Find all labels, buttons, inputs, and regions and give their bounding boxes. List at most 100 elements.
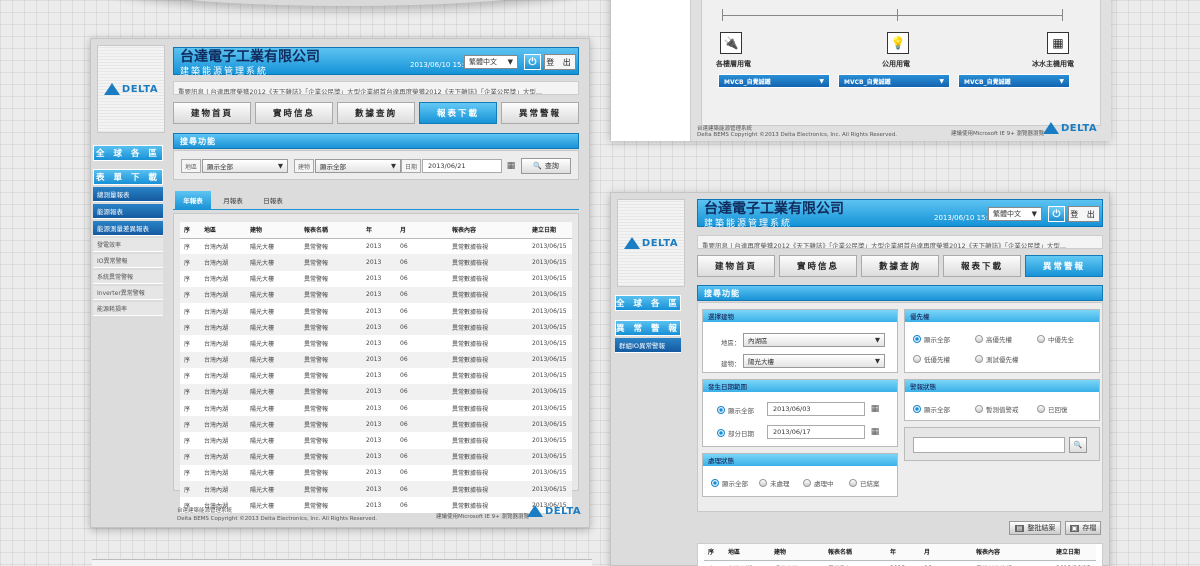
tab-realtime[interactable]: 實時信息 (255, 102, 333, 124)
table-row[interactable]: 序台灣內湖陽光大樓異常警報201306異常數據檢視2013/06/15 (180, 448, 572, 465)
radio-alarm-all[interactable]: 顯示全部 (913, 404, 950, 414)
logout-button[interactable]: 登 出 (1068, 206, 1100, 222)
tab-data-query[interactable]: 數據查詢 (861, 255, 939, 277)
label-floor-power: 各樓層用電 (716, 60, 751, 68)
tab-building-home[interactable]: 建物首頁 (697, 255, 775, 277)
subtab-daily[interactable]: 日報表 (255, 191, 291, 209)
radio-alarm-recovered[interactable]: 已回復 (1037, 404, 1068, 414)
table-row[interactable]: 序台灣內湖陽光大樓異常警報201306異常數據檢視2013/06/15 (180, 270, 572, 287)
sidebar-all-regions[interactable]: 全 球 各 區 (93, 145, 163, 161)
mvcb-select-1[interactable]: MVCB_自覺誠鐵 ▼ (718, 74, 830, 88)
keyword-input[interactable] (913, 437, 1065, 453)
table-row[interactable]: 序台灣內湖陽光大樓異常警報201306異常數據檢視2013/06/15 (180, 400, 572, 417)
save-button[interactable]: ▣ 存檔 (1065, 521, 1101, 535)
sidebar-item-energy-report[interactable]: 能源報表 (93, 204, 163, 219)
sidebar-item-group-io-alarm[interactable]: 群組IO異常警報 (615, 338, 681, 353)
date-to-input[interactable]: 2013/06/17 (767, 425, 865, 439)
logout-button[interactable]: 登 出 (544, 54, 576, 70)
table-row[interactable]: 序台灣內湖陽光大樓異常警報201306異常數據檢視2013/06/15 (180, 416, 572, 433)
table-row[interactable]: 序台灣內湖陽光大樓異常警報201306異常數據檢視2013/06/15 (180, 335, 572, 352)
region-select[interactable]: 內湖區 ▼ (743, 333, 885, 347)
chevron-down-icon: ▼ (1059, 77, 1064, 85)
table-row[interactable]: 序台灣內湖陽光大樓異常警報201306異常數據檢視2013/06/15 (180, 481, 572, 498)
sidebar-item-energy-diff-report[interactable]: 能源測量差異報表 (93, 221, 163, 236)
sidebar-item-total-report[interactable]: 總測量報表 (93, 187, 163, 202)
table-row[interactable]: 序台灣內湖陽光大樓異常警報201306異常數據檢視2013/06/15 (180, 286, 572, 303)
table-row[interactable]: 序台灣內湖陽光大樓異常警報201306異常數據檢視2013/06/15 (180, 302, 572, 320)
table-row[interactable]: 序台灣內湖陽光大樓異常警報201306異常數據檢視2013/06/15 (180, 238, 572, 255)
sidebar-item-efficiency[interactable]: 發電效率 (93, 238, 163, 252)
subtab-yearly[interactable]: 年報表 (175, 191, 211, 209)
radio-alarm-warning[interactable]: 暫測值警戒 (975, 404, 1019, 414)
table-row[interactable]: 序台灣內湖陽光大樓異常警報201306異常數據檢視2013/06/15 (180, 351, 572, 368)
tab-realtime[interactable]: 實時信息 (779, 255, 857, 277)
tab-alarm[interactable]: 異常警報 (501, 102, 579, 124)
calendar-icon[interactable]: ▦ (869, 425, 881, 439)
table-row[interactable]: 序台灣內湖陽光大樓異常警報201306異常數據檢視2013/06/15 (704, 560, 1096, 566)
sidebar-alarm[interactable]: 異 常 警 報 (615, 320, 681, 336)
calendar-icon[interactable]: ▦ (869, 402, 881, 416)
footer-copyright: Delta BEMS Copyright ©2013 Delta Electro… (177, 516, 378, 522)
table-row[interactable]: 序台灣內湖陽光大樓異常警報201306異常數據檢視2013/06/15 (180, 497, 572, 514)
table-cell: 序 (180, 238, 200, 255)
table-cell: 2013/06/15 (528, 254, 572, 271)
calendar-icon[interactable]: ▦ (505, 159, 517, 173)
region-select[interactable]: 顯示全部 ▼ (202, 159, 288, 173)
table-cell: 序 (180, 270, 200, 287)
power-icon[interactable]: ⏻ (524, 54, 541, 70)
subtab-underline (173, 209, 579, 210)
delta-logo-icon (1043, 122, 1059, 134)
table-row[interactable]: 序台灣內湖陽光大樓異常警報201306異常數據檢視2013/06/15 (180, 383, 572, 401)
radio-priority-test[interactable]: 測試優先權 (975, 354, 1019, 364)
sidebar-item-io-alarm[interactable]: IO異常警報 (93, 254, 163, 268)
date-input[interactable]: 2013/06/21 (422, 159, 502, 173)
radio-process-unhandled[interactable]: 未處理 (759, 478, 790, 488)
sidebar-item-inverter-alarm[interactable]: Inverter異常警報 (93, 286, 163, 300)
tab-report-download[interactable]: 報表下載 (419, 102, 497, 124)
table-cell: 序 (704, 560, 724, 566)
power-icon[interactable]: ⏻ (1048, 206, 1065, 222)
sidebar-all-regions[interactable]: 全 球 各 區 (615, 295, 681, 311)
sidebar-item-system-alarm[interactable]: 系統異常警報 (93, 270, 163, 284)
tab-report-download[interactable]: 報表下載 (943, 255, 1021, 277)
language-select[interactable]: 繁體中文 ▼ (464, 55, 518, 69)
table-row[interactable]: 序台灣內湖陽光大樓異常警報201306異常數據檢視2013/06/15 (180, 319, 572, 336)
subtab-monthly[interactable]: 月報表 (215, 191, 251, 209)
date-from-input[interactable]: 2013/06/03 (767, 402, 865, 416)
radio-process-all[interactable]: 顯示全部 (711, 478, 748, 488)
radio-priority-low[interactable]: 低優先權 (913, 354, 950, 364)
table-cell: 台灣內湖 (200, 238, 246, 255)
mvcb-select-3[interactable]: MVCB_自覺誠鐵 ▼ (958, 74, 1070, 88)
table-row[interactable]: 序台灣內湖陽光大樓異常警報201306異常數據檢視2013/06/15 (180, 464, 572, 481)
sidebar-item-energy-loss[interactable]: 能源耗損率 (93, 302, 163, 316)
tab-building-home[interactable]: 建物首頁 (173, 102, 251, 124)
radio-priority-all[interactable]: 顯示全部 (913, 334, 950, 344)
table-cell: 06 (396, 432, 448, 449)
radio-process-closed[interactable]: 已結案 (849, 478, 880, 488)
mvcb-select-2[interactable]: MVCB_自覺誠鐵 ▼ (838, 74, 950, 88)
building-select[interactable]: 陽光大樓 ▼ (743, 354, 885, 368)
tab-data-query[interactable]: 數據查詢 (337, 102, 415, 124)
radio-date-all[interactable]: 顯示全部 (717, 405, 754, 415)
search-icon[interactable]: 🔍 (1069, 437, 1087, 453)
radio-priority-high[interactable]: 高優先權 (975, 334, 1012, 344)
table-cell: 異常警報 (300, 448, 362, 465)
table-cell: 台灣內湖 (200, 351, 246, 368)
news-ticker[interactable]: 重要訊息 | 台達再度榮獲2012《天下雜誌》「企業公民獎」大型企業組首台達再度… (697, 235, 1103, 249)
language-select[interactable]: 繁體中文 ▼ (988, 207, 1042, 221)
batch-close-button[interactable]: ▤ 整批結案 (1009, 521, 1061, 535)
tab-alarm[interactable]: 異常警報 (1025, 255, 1103, 277)
search-button[interactable]: 🔍 查詢 (521, 158, 571, 174)
diagram-card: 🔌 💡 ▦ 各樓層用電 公用用電 冰水主機用電 MVCB_自覺誠鐵 ▼ MVCB_… (701, 0, 1101, 126)
table-cell: 異常警報 (824, 560, 886, 566)
table-row[interactable]: 序台灣內湖陽光大樓異常警報201306異常數據檢視2013/06/15 (180, 432, 572, 449)
table-row[interactable]: 序台灣內湖陽光大樓異常警報201306異常數據檢視2013/06/15 (180, 254, 572, 271)
radio-process-handling[interactable]: 處理中 (803, 478, 834, 488)
building-select[interactable]: 顯示全部 ▼ (315, 159, 401, 173)
radio-priority-mid[interactable]: 中優先全 (1037, 334, 1074, 344)
news-ticker[interactable]: 重要訊息 | 台達再度榮獲2012《天下雜誌》「企業公民獎」大型企業組首台達再度… (173, 81, 579, 95)
sidebar-form-download[interactable]: 表 單 下 載 (93, 169, 163, 185)
radio-date-partial[interactable]: 部分日期 (717, 428, 754, 438)
table-cell: 異常數據檢視 (448, 497, 528, 514)
table-row[interactable]: 序台灣內湖陽光大樓異常警報201306異常數據檢視2013/06/15 (180, 367, 572, 384)
